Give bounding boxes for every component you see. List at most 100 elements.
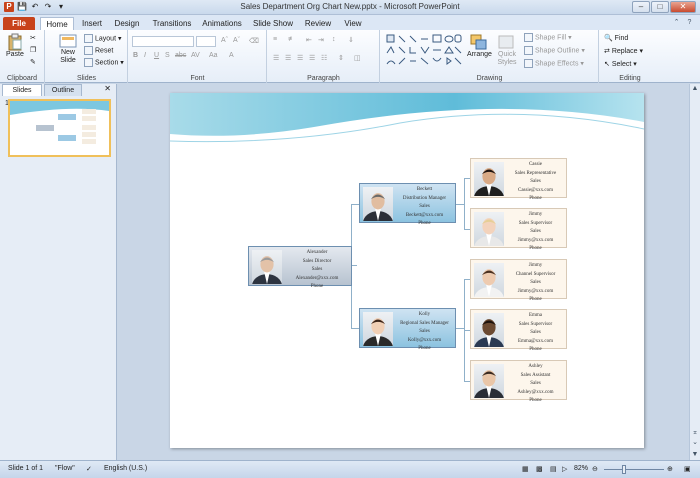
tab-file[interactable]: File bbox=[3, 17, 35, 30]
decrease-indent-icon[interactable]: ⇤ bbox=[306, 36, 312, 44]
find-button[interactable]: 🔍 Find bbox=[604, 34, 628, 42]
slide-editor: Alexander Sales Director Sales Alexander@xx… bbox=[118, 84, 700, 460]
tab-animations[interactable]: Animations bbox=[200, 17, 244, 30]
tab-outline-pane[interactable]: Outline bbox=[44, 84, 82, 96]
tab-slides-pane[interactable]: Slides bbox=[2, 84, 42, 96]
maximize-button[interactable]: □ bbox=[651, 1, 669, 13]
quick-styles-button[interactable]: Quick Styles bbox=[495, 33, 519, 67]
numbering-icon[interactable]: ≢ bbox=[288, 36, 295, 43]
reset-button[interactable]: Reset bbox=[84, 46, 113, 55]
cut-icon[interactable]: ✂ bbox=[30, 34, 36, 42]
copy-icon[interactable]: ❐ bbox=[30, 46, 36, 54]
tab-view[interactable]: View bbox=[340, 17, 366, 30]
text-direction-icon[interactable]: ⇓ bbox=[348, 36, 354, 44]
scroll-up-icon[interactable]: ▲ bbox=[690, 84, 700, 94]
format-painter-icon[interactable]: ✎ bbox=[30, 58, 36, 66]
shapes-gallery-icon[interactable] bbox=[385, 33, 463, 69]
char-spacing-icon[interactable]: AV bbox=[191, 52, 200, 59]
line-spacing-icon[interactable]: ↕ bbox=[332, 36, 336, 43]
org-name: Beckett bbox=[416, 187, 433, 192]
org-title: Distribution Manager bbox=[402, 195, 447, 201]
close-pane-icon[interactable]: ✕ bbox=[104, 84, 111, 93]
section-button[interactable]: Section ▾ bbox=[84, 58, 124, 67]
zoom-in-icon[interactable]: ⊕ bbox=[667, 465, 673, 473]
tab-slide-show[interactable]: Slide Show bbox=[252, 17, 294, 30]
tab-home[interactable]: Home bbox=[40, 17, 74, 30]
spellcheck-icon[interactable]: ✓ bbox=[86, 465, 92, 473]
convert-smartart-icon[interactable]: ◫ bbox=[354, 54, 361, 62]
shrink-font-icon[interactable]: Aˇ bbox=[233, 37, 240, 44]
org-name: Ashley bbox=[528, 364, 543, 369]
org-email: Jimmy@xxx.com bbox=[517, 288, 554, 294]
next-slide-icon[interactable]: ⌄ bbox=[690, 438, 700, 448]
org-card[interactable]: Jimmy Channel Supervisor Sales Jimmy@xxx.co… bbox=[470, 259, 567, 302]
strikethrough-icon[interactable]: abc bbox=[175, 52, 186, 59]
org-card[interactable]: Ashley Sales Assistant Sales Ashley@xxx.com… bbox=[470, 360, 567, 403]
clear-formatting-icon[interactable]: ⌫ bbox=[249, 37, 259, 45]
italic-icon[interactable]: I bbox=[144, 52, 146, 59]
org-title: Sales Assistant bbox=[520, 372, 551, 378]
zoom-slider[interactable] bbox=[604, 469, 664, 470]
justify-icon[interactable]: ☰ bbox=[309, 54, 315, 62]
increase-indent-icon[interactable]: ⇥ bbox=[318, 36, 324, 44]
replace-button[interactable]: ⇄ Replace ▾ bbox=[604, 47, 643, 55]
scroll-down-icon[interactable]: ▼ bbox=[690, 450, 700, 460]
org-card[interactable]: Beckett Distribution Manager Sales Beckett@… bbox=[359, 183, 456, 226]
shape-effects-button[interactable]: Shape Effects ▾ bbox=[524, 59, 584, 68]
person-photo bbox=[474, 364, 504, 398]
collapse-ribbon-icon[interactable]: ⌃ bbox=[672, 18, 681, 27]
org-card[interactable]: Kolly Regional Sales Manager Sales Kolly@xx… bbox=[359, 308, 456, 351]
arrange-button[interactable]: Arrange bbox=[467, 33, 492, 58]
shape-fill-button[interactable]: Shape Fill ▾ bbox=[524, 33, 572, 42]
new-slide-button[interactable]: New Slide bbox=[56, 33, 80, 65]
slide-canvas[interactable]: Alexander Sales Director Sales Alexander@xx… bbox=[170, 93, 644, 448]
layout-button[interactable]: Layout ▾ bbox=[84, 34, 122, 43]
tab-insert[interactable]: Insert bbox=[78, 17, 106, 30]
reading-view-icon[interactable]: ▤ bbox=[550, 465, 557, 473]
font-size-field[interactable] bbox=[196, 36, 216, 47]
align-right-icon[interactable]: ☰ bbox=[297, 54, 303, 62]
bullets-icon[interactable]: ≡ bbox=[273, 36, 277, 43]
slide-sorter-icon[interactable]: ▩ bbox=[536, 465, 543, 473]
zoom-level[interactable]: 82% bbox=[574, 465, 588, 472]
org-card[interactable]: Cassie Sales Representative Sales Cassie@xx… bbox=[470, 158, 567, 201]
slide-thumbnail[interactable] bbox=[8, 99, 111, 157]
tab-review[interactable]: Review bbox=[302, 17, 334, 30]
align-text-icon[interactable]: ⇕ bbox=[338, 54, 344, 62]
zoom-out-icon[interactable]: ⊖ bbox=[592, 465, 598, 473]
language[interactable]: English (U.S.) bbox=[104, 465, 147, 472]
font-name-field[interactable] bbox=[132, 36, 194, 47]
normal-view-icon[interactable]: ▦ bbox=[522, 465, 529, 473]
fit-to-window-icon[interactable]: ▣ bbox=[684, 465, 691, 473]
bold-icon[interactable]: B bbox=[133, 52, 138, 59]
help-icon[interactable]: ? bbox=[685, 18, 694, 27]
font-color-icon[interactable]: A bbox=[229, 52, 234, 59]
align-center-icon[interactable]: ☰ bbox=[285, 54, 291, 62]
zoom-slider-thumb[interactable] bbox=[622, 465, 626, 474]
close-button[interactable]: ✕ bbox=[670, 1, 696, 13]
underline-icon[interactable]: U bbox=[154, 52, 159, 59]
org-card[interactable]: Alexander Sales Director Sales Alexander@xx… bbox=[248, 246, 352, 289]
change-case-icon[interactable]: Aa bbox=[209, 52, 218, 59]
vertical-scrollbar[interactable]: ▲ ⌅ ⌄ ▼ bbox=[689, 84, 700, 460]
grow-font-icon[interactable]: Aˆ bbox=[221, 37, 228, 44]
thumbnail-preview bbox=[10, 101, 109, 144]
select-icon: ↖ bbox=[604, 61, 610, 68]
org-card[interactable]: Jimmy Sales Supervisor Sales Jimmy@xxx.com P… bbox=[470, 208, 567, 251]
align-left-icon[interactable]: ☰ bbox=[273, 54, 279, 62]
new-slide-label: New Slide bbox=[60, 49, 76, 64]
slideshow-view-icon[interactable]: ▷ bbox=[562, 465, 567, 473]
select-button[interactable]: ↖ Select ▾ bbox=[604, 60, 637, 68]
paste-button[interactable]: Paste bbox=[6, 33, 24, 58]
tab-design[interactable]: Design bbox=[112, 17, 142, 30]
slides-pane: Slides Outline ✕ 1 bbox=[0, 84, 117, 460]
org-card[interactable]: Emma Sales Supervisor Sales Emma@xxx.com Pho… bbox=[470, 309, 567, 352]
arrange-label: Arrange bbox=[467, 51, 492, 58]
minimize-button[interactable]: – bbox=[632, 1, 650, 13]
columns-icon[interactable]: ☷ bbox=[321, 54, 327, 62]
shadow-icon[interactable]: S bbox=[165, 52, 170, 59]
shape-effects-icon bbox=[524, 59, 533, 68]
tab-transitions[interactable]: Transitions bbox=[150, 17, 194, 30]
prev-slide-icon[interactable]: ⌅ bbox=[690, 428, 700, 438]
shape-outline-button[interactable]: Shape Outline ▾ bbox=[524, 46, 585, 55]
